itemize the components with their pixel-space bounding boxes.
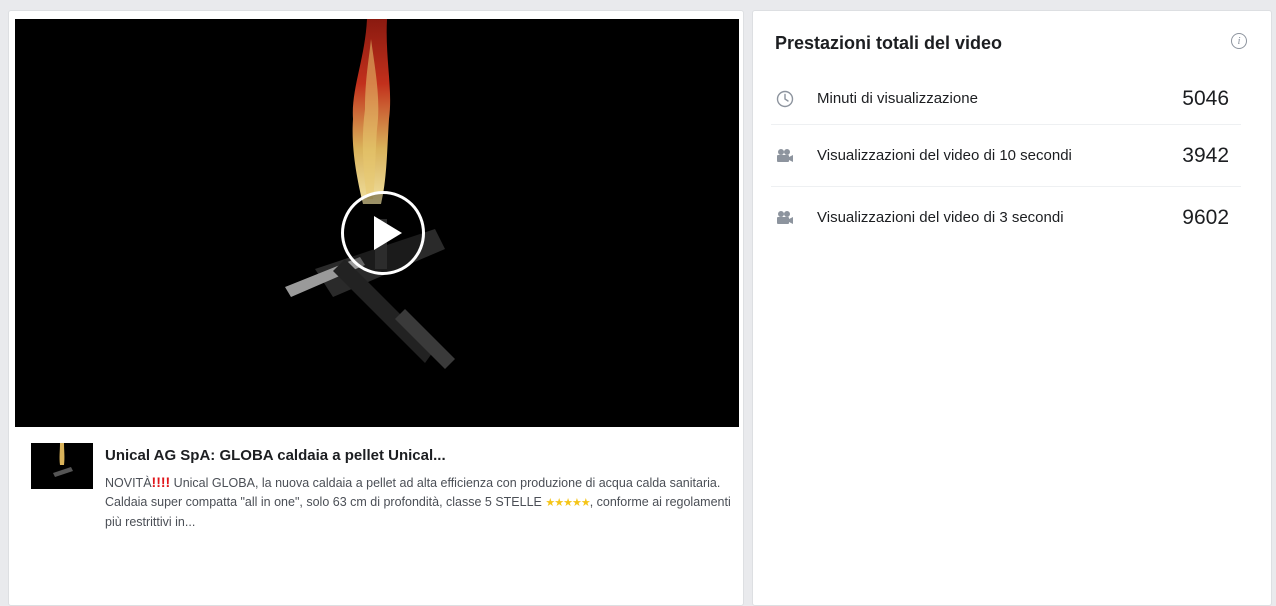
stat-label: Visualizzazioni del video di 3 secondi bbox=[817, 209, 1064, 226]
stat-label: Visualizzazioni del video di 10 secondi bbox=[817, 146, 1072, 164]
stat-value: 5046 bbox=[1182, 86, 1229, 110]
post-title[interactable]: Unical AG SpA: GLOBA caldaia a pellet Un… bbox=[105, 447, 446, 464]
stat-row-10s-views: Visualizzazioni del video di 10 secondi … bbox=[771, 125, 1241, 187]
video-player[interactable] bbox=[15, 19, 739, 427]
stats-title: Prestazioni totali del video bbox=[775, 33, 1003, 53]
stat-label: Minuti di visualizzazione bbox=[817, 89, 978, 107]
exclamation-emoji: !!!! bbox=[151, 474, 171, 490]
video-camera-icon bbox=[775, 208, 795, 228]
play-icon bbox=[374, 216, 402, 250]
stat-list: Minuti di visualizzazione 5046 Visualizz… bbox=[771, 73, 1241, 249]
clock-icon bbox=[775, 89, 795, 109]
video-insights-page: Unical AG SpA: GLOBA caldaia a pellet Un… bbox=[0, 0, 1276, 606]
video-camera-icon bbox=[775, 146, 795, 166]
stat-row-3s-views: Visualizzazioni del video di 3 secondi 9… bbox=[771, 187, 1241, 249]
star-emoji: ★★★★★ bbox=[545, 497, 590, 509]
post-description: NOVITÀ!!!! Unical GLOBA, la nuova caldai… bbox=[105, 473, 735, 532]
video-stats-card: Prestazioni totali del video i Minuti di… bbox=[752, 10, 1272, 606]
play-button[interactable] bbox=[341, 191, 425, 275]
post-thumbnail bbox=[31, 443, 93, 489]
stat-value: 9602 bbox=[1182, 206, 1229, 229]
stat-row-minutes: Minuti di visualizzazione 5046 bbox=[771, 73, 1241, 125]
stat-value: 3942 bbox=[1182, 143, 1229, 167]
post-preview[interactable]: Unical AG SpA: GLOBA caldaia a pellet Un… bbox=[31, 443, 731, 543]
post-desc-prefix: NOVITÀ bbox=[105, 476, 152, 490]
info-icon[interactable]: i bbox=[1231, 33, 1247, 49]
video-card: Unical AG SpA: GLOBA caldaia a pellet Un… bbox=[8, 10, 744, 606]
